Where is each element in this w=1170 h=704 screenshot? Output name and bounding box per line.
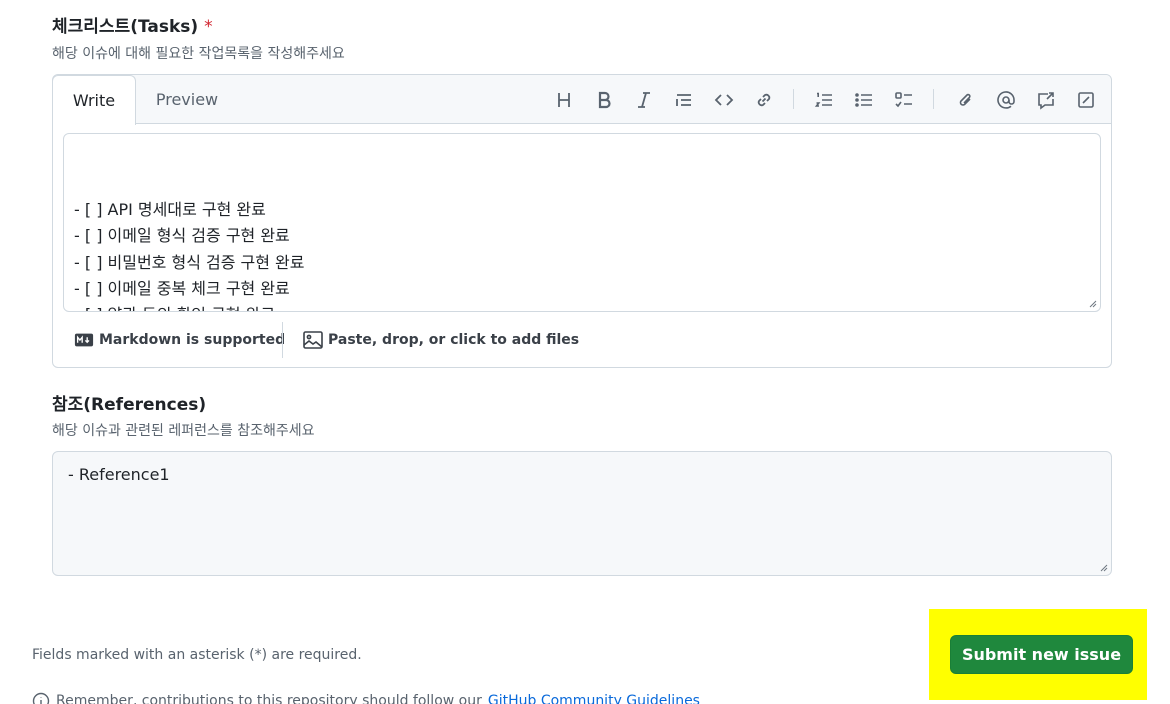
add-files-button[interactable]: Paste, drop, or click to add files bbox=[303, 329, 579, 351]
tasks-title-text: 체크리스트(Tasks) bbox=[52, 17, 199, 37]
community-guidelines-link[interactable]: GitHub Community Guidelines bbox=[488, 693, 700, 704]
bold-icon[interactable] bbox=[591, 87, 617, 113]
references-textarea[interactable]: - Reference1 bbox=[52, 451, 1112, 576]
attach-icon[interactable] bbox=[953, 87, 979, 113]
info-icon bbox=[32, 692, 50, 704]
tasks-field-title: 체크리스트(Tasks) * bbox=[52, 12, 213, 37]
resize-grip-icon[interactable] bbox=[1098, 562, 1108, 572]
markdown-supported-link[interactable]: Markdown is supported bbox=[74, 329, 285, 351]
references-value: - Reference1 bbox=[68, 465, 170, 484]
guidelines-prefix: Remember, contributions to this reposito… bbox=[56, 693, 482, 704]
quote-icon[interactable] bbox=[671, 87, 697, 113]
toolbar-divider bbox=[793, 89, 794, 109]
heading-icon[interactable] bbox=[551, 87, 577, 113]
numbered-list-icon[interactable] bbox=[811, 87, 837, 113]
task-list-icon[interactable] bbox=[891, 87, 917, 113]
tasks-textarea[interactable]: - [ ] API 명세대로 구현 완료 - [ ] 이메일 형식 검증 구현 완… bbox=[63, 133, 1101, 312]
mention-icon[interactable] bbox=[993, 87, 1019, 113]
task-line: - [ ] 이메일 중복 체크 구현 완료 bbox=[74, 279, 290, 299]
toolbar-divider bbox=[933, 89, 934, 109]
image-icon bbox=[303, 331, 323, 349]
tab-write[interactable]: Write bbox=[52, 75, 136, 125]
task-line: - [ ] 비밀번호 형식 검증 구현 완료 bbox=[74, 252, 305, 272]
tab-preview[interactable]: Preview bbox=[143, 75, 231, 124]
guidelines-note: Remember, contributions to this reposito… bbox=[32, 692, 700, 704]
task-line: - [ ] API 명세대로 구현 완료 bbox=[74, 199, 266, 219]
markdown-icon bbox=[74, 333, 94, 347]
footer-divider bbox=[282, 322, 283, 358]
references-field-title: 참조(References) bbox=[52, 395, 207, 415]
cross-reference-icon[interactable] bbox=[1033, 87, 1059, 113]
link-icon[interactable] bbox=[751, 87, 777, 113]
unordered-list-icon[interactable] bbox=[851, 87, 877, 113]
references-field-description: 해당 이슈과 관련된 레퍼런스를 참조해주세요 bbox=[52, 423, 315, 439]
add-files-label: Paste, drop, or click to add files bbox=[328, 332, 580, 348]
editor-header: Write Preview bbox=[52, 75, 1111, 125]
submit-new-issue-button[interactable]: Submit new issue bbox=[950, 635, 1133, 674]
required-asterisk: * bbox=[204, 17, 213, 37]
italic-icon[interactable] bbox=[631, 87, 657, 113]
code-icon[interactable] bbox=[711, 87, 737, 113]
task-line: - [ ] 이메일 형식 검증 구현 완료 bbox=[74, 226, 290, 246]
task-line: - [ ] 약관 동의 확인 구현 완료 bbox=[74, 302, 1090, 311]
resize-grip-icon[interactable] bbox=[1087, 298, 1097, 308]
tasks-field-description: 해당 이슈에 대해 필요한 작업목록을 작성해주세요 bbox=[52, 46, 345, 62]
markdown-supported-label: Markdown is supported bbox=[99, 332, 286, 348]
saved-replies-icon[interactable] bbox=[1073, 87, 1099, 113]
tasks-markdown-editor: Write Preview - [] API 명세대로 구현 완료 - []… bbox=[52, 74, 1112, 368]
issue-form: 체크리스트(Tasks) * 해당 이슈에 대해 필요한 작업목록을 작성해주세요… bbox=[0, 0, 1170, 704]
required-fields-note: Fields marked with an asterisk (*) are r… bbox=[32, 647, 362, 663]
